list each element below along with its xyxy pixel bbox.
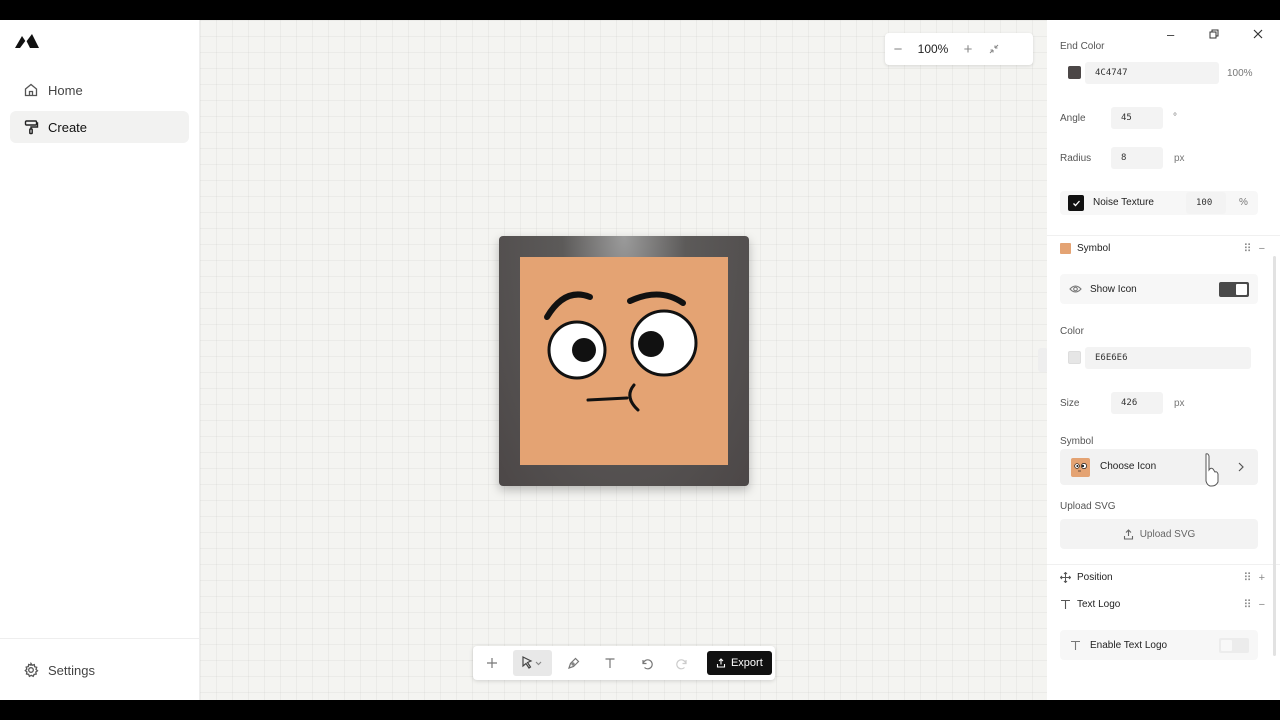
end-color-swatch[interactable] — [1068, 66, 1081, 79]
end-color-label: End Color — [1060, 41, 1105, 52]
export-icon — [716, 658, 726, 668]
check-icon — [1072, 200, 1080, 206]
enable-text-logo-toggle[interactable] — [1219, 638, 1249, 653]
upload-svg-button-label: Upload SVG — [1139, 528, 1196, 540]
symbol-color-hex-input[interactable]: E6E6E6 — [1085, 347, 1251, 369]
restore-window-icon[interactable] — [1209, 27, 1219, 42]
undo-button[interactable] — [630, 650, 662, 676]
end-color-hex-input[interactable]: 4C4747 — [1085, 62, 1219, 84]
angle-unit: ° — [1173, 112, 1177, 123]
section-title: Symbol — [1077, 243, 1111, 254]
zoom-controls: − 100% + — [885, 33, 1033, 65]
noise-texture-unit: % — [1239, 197, 1248, 208]
symbol-label: Symbol — [1060, 436, 1094, 447]
sidebar-item-label: Settings — [48, 662, 95, 678]
undo-icon — [642, 658, 653, 669]
size-unit: px — [1174, 398, 1185, 409]
noise-texture-input[interactable]: 100 — [1186, 192, 1226, 214]
radius-label: Radius — [1060, 153, 1092, 164]
sidebar: Home Create Settings — [0, 20, 200, 700]
show-icon-toggle[interactable] — [1219, 282, 1249, 297]
text-icon — [1061, 599, 1070, 609]
section-text-logo-header[interactable]: Text Logo ⠿ − — [1047, 591, 1280, 617]
app-logo-icon[interactable] — [14, 32, 40, 50]
noise-texture-label: Noise Texture — [1093, 197, 1154, 208]
show-icon-row: Show Icon — [1060, 274, 1258, 304]
gear-icon — [23, 662, 39, 678]
properties-panel: – End Color 4C4747 100% Angle 45 ° Radiu… — [1047, 20, 1280, 700]
size-input[interactable]: 426 — [1111, 392, 1163, 414]
redo-icon — [676, 658, 688, 669]
add-button[interactable] — [476, 650, 508, 676]
angle-input[interactable]: 45 — [1111, 107, 1163, 129]
move-icon — [1060, 572, 1071, 583]
upload-svg-label: Upload SVG — [1060, 501, 1116, 512]
section-title: Text Logo — [1077, 598, 1121, 610]
pen-tool-button[interactable] — [557, 650, 589, 676]
logo-symbol-area — [520, 257, 728, 465]
sidebar-item-create[interactable]: Create — [10, 111, 189, 143]
choose-icon-label: Choose Icon — [1100, 461, 1157, 472]
show-icon-label: Show Icon — [1090, 284, 1137, 295]
cursor-arrow-icon — [522, 656, 542, 669]
section-position-header[interactable]: Position ⠿ + — [1047, 564, 1280, 590]
zoom-out-button[interactable]: − — [885, 33, 911, 65]
section-actions[interactable]: ⠿ + — [1243, 571, 1267, 584]
face-symbol-icon — [544, 291, 698, 412]
section-actions[interactable]: ⠿ − — [1243, 242, 1267, 255]
end-color-opacity[interactable]: 100% — [1227, 68, 1253, 79]
enable-text-logo-row: Enable Text Logo — [1060, 630, 1258, 660]
minimize-window-icon[interactable]: – — [1167, 27, 1174, 42]
upload-svg-button[interactable]: Upload SVG — [1060, 519, 1258, 549]
symbol-color-swatch[interactable] — [1068, 351, 1081, 364]
chevron-right-icon — [1238, 462, 1244, 472]
section-actions[interactable]: ⠿ − — [1243, 598, 1267, 611]
sidebar-item-label: Home — [48, 82, 83, 98]
sidebar-divider — [0, 638, 200, 639]
section-symbol-header[interactable]: Symbol ⠿ − — [1047, 235, 1280, 261]
plus-icon — [486, 658, 497, 668]
canvas[interactable]: − 100% + Export — [200, 20, 1048, 700]
text-icon — [1071, 640, 1080, 650]
symbol-thumbnail-icon — [1060, 243, 1071, 254]
radius-input[interactable]: 8 — [1111, 147, 1163, 169]
upload-icon — [1123, 528, 1133, 540]
bottom-toolbar: Export — [473, 646, 775, 680]
radius-unit: px — [1174, 153, 1185, 164]
home-icon — [23, 82, 39, 98]
mouse-cursor-icon — [1205, 453, 1219, 487]
pen-icon — [567, 657, 579, 669]
app-window: Home Create Settings − 100% + Export – E… — [0, 20, 1280, 700]
panel-scrollbar[interactable] — [1273, 256, 1276, 656]
zoom-level: 100% — [917, 42, 949, 56]
enable-text-logo-label: Enable Text Logo — [1090, 640, 1168, 651]
export-button[interactable]: Export — [706, 651, 772, 675]
section-title: Position — [1077, 572, 1113, 583]
color-label: Color — [1060, 326, 1084, 337]
eye-icon — [1069, 285, 1082, 293]
close-window-icon[interactable] — [1253, 27, 1263, 42]
size-label: Size — [1060, 398, 1080, 409]
sidebar-item-settings[interactable]: Settings — [10, 654, 189, 686]
sidebar-item-label: Create — [48, 119, 88, 135]
sidebar-item-home[interactable]: Home — [10, 74, 189, 106]
choose-icon-button[interactable]: Choose Icon — [1060, 449, 1258, 485]
export-label: Export — [730, 657, 763, 669]
zoom-in-button[interactable]: + — [955, 33, 981, 65]
select-tool-button[interactable] — [512, 650, 553, 676]
logo-preview[interactable] — [499, 236, 749, 486]
noise-texture-checkbox[interactable] — [1068, 195, 1084, 211]
redo-button[interactable] — [667, 650, 699, 676]
text-tool-button[interactable] — [594, 650, 626, 676]
collapse-icon — [989, 44, 999, 54]
paint-roller-icon — [23, 119, 39, 135]
text-icon — [605, 658, 615, 668]
face-thumbnail-icon — [1071, 458, 1090, 477]
fit-screen-button[interactable] — [981, 33, 1007, 65]
angle-label: Angle — [1060, 113, 1086, 124]
noise-texture-row: Noise Texture 100 % — [1060, 191, 1258, 215]
